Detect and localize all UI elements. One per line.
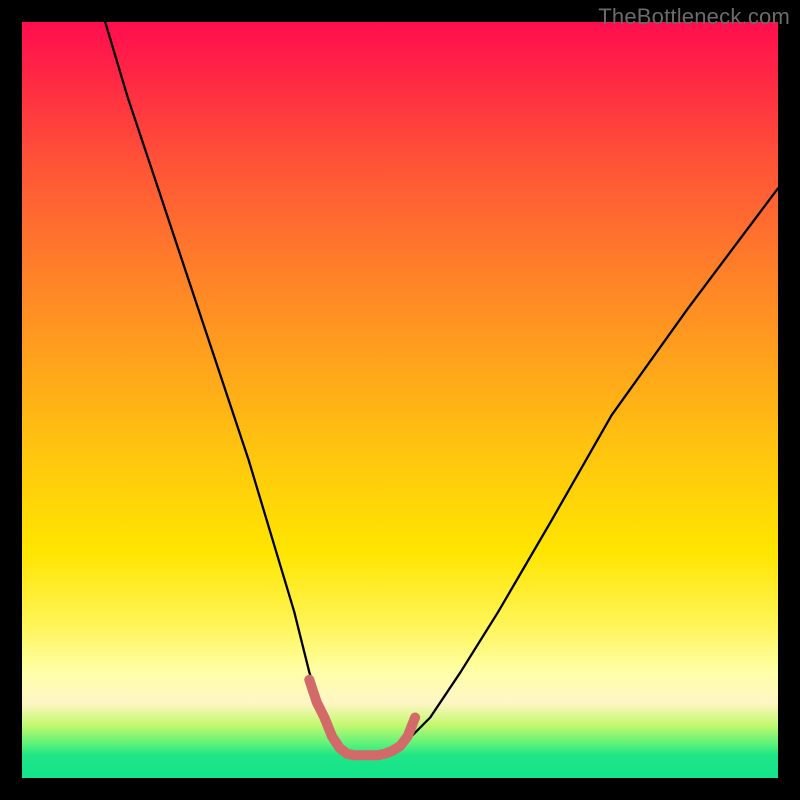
series-highlight-u xyxy=(309,680,415,756)
chart-frame: TheBottleneck.com xyxy=(0,0,800,800)
chart-svg xyxy=(22,22,778,778)
watermark-text: TheBottleneck.com xyxy=(598,4,790,30)
series-v-curve xyxy=(105,22,778,755)
